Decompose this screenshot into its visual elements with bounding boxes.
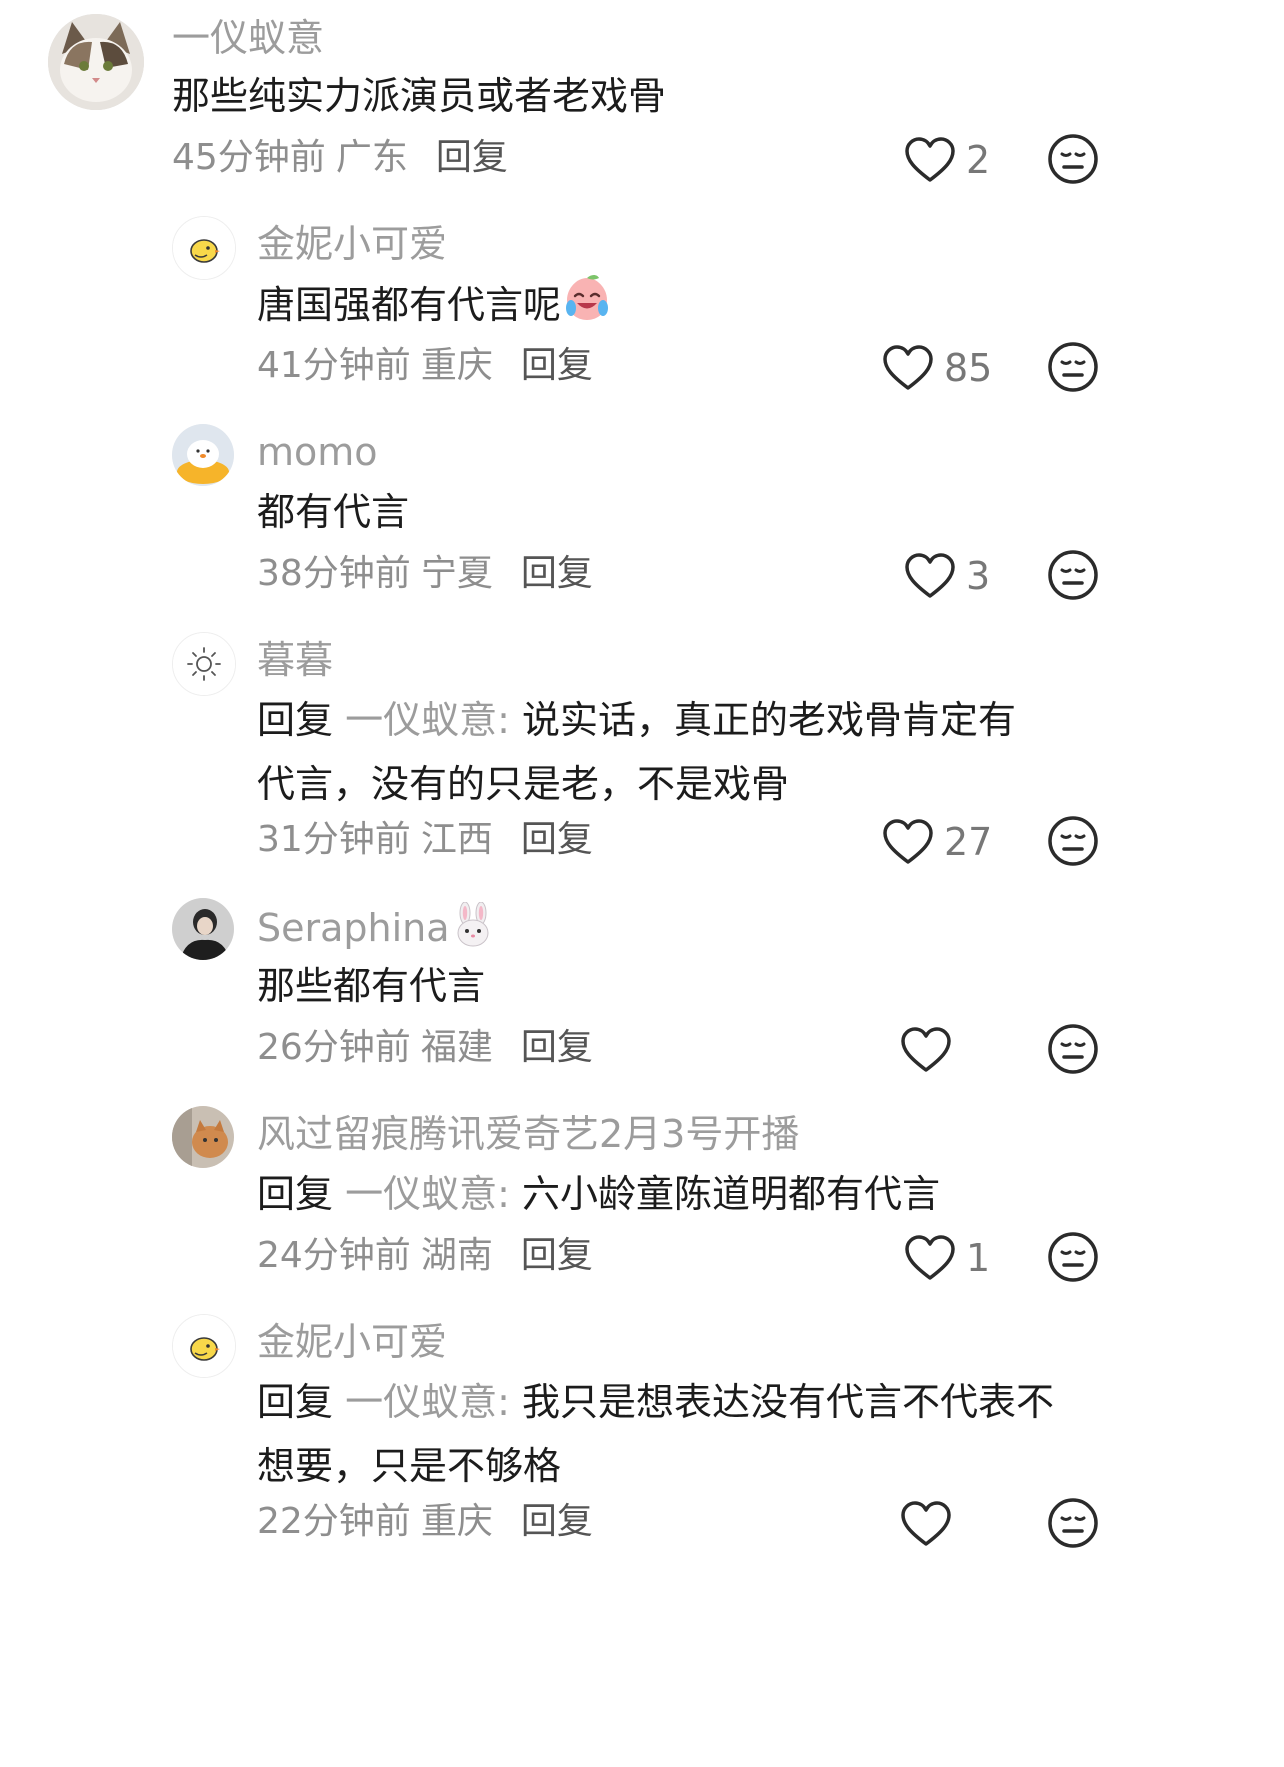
location: 重庆	[420, 345, 493, 386]
dislike-button[interactable]	[1046, 1230, 1100, 1284]
username[interactable]: 金妮小可爱	[257, 1318, 447, 1366]
reply-button[interactable]: 回复	[436, 137, 508, 178]
heart-icon	[905, 137, 955, 182]
timestamp: 41分钟前	[257, 345, 411, 386]
crying-laughing-peach-emoji	[561, 272, 613, 343]
duck-avatar-icon[interactable]	[172, 424, 234, 486]
comment-body: 唐国强都有代言呢	[257, 283, 562, 327]
reply-button[interactable]: 回复	[521, 1501, 593, 1542]
username[interactable]: 一仪蚁意	[172, 14, 324, 62]
meh-face-icon	[1048, 1498, 1098, 1548]
like-count: 27	[944, 820, 993, 864]
rabbit-face-emoji	[450, 901, 496, 959]
dislike-button[interactable]	[1046, 1496, 1100, 1550]
heart-icon	[901, 1501, 951, 1546]
meh-face-icon	[1048, 134, 1098, 184]
username[interactable]: momo	[257, 428, 378, 476]
location: 福建	[420, 1027, 493, 1068]
chick-avatar-icon[interactable]	[172, 1314, 236, 1378]
comment-text: 回复 一仪蚁意: 说实话，真正的老戏骨肯定有代言，没有的只是老，不是戏骨	[257, 688, 1037, 816]
username-text: Seraphina	[257, 906, 450, 950]
meh-face-icon	[1048, 1232, 1098, 1282]
timestamp: 45分钟前	[172, 137, 326, 178]
heart-icon	[901, 1027, 951, 1072]
like-button[interactable]: 1	[904, 1228, 990, 1288]
cat-avatar-icon[interactable]	[48, 14, 144, 110]
comment-meta: 41分钟前 重庆 回复	[257, 342, 593, 390]
heart-icon	[905, 1235, 955, 1280]
reply-button[interactable]: 回复	[521, 1235, 593, 1276]
username[interactable]: 风过留痕腾讯爱奇艺2月3号开播	[257, 1110, 799, 1158]
timestamp: 38分钟前	[257, 553, 411, 594]
timestamp: 24分钟前	[257, 1235, 411, 1276]
comment-meta: 31分钟前 江西 回复	[257, 816, 593, 864]
location: 广东	[335, 137, 408, 178]
like-button[interactable]	[900, 1494, 962, 1554]
meh-face-icon	[1048, 816, 1098, 866]
reply-target-username[interactable]: 一仪蚁意:	[345, 1380, 510, 1424]
person-avatar-icon[interactable]	[172, 898, 234, 960]
reply-button[interactable]: 回复	[521, 553, 593, 594]
reply-prefix: 回复	[257, 698, 334, 742]
like-button[interactable]: 2	[904, 130, 990, 190]
comment-meta: 45分钟前 广东 回复	[172, 134, 508, 182]
location: 重庆	[420, 1501, 493, 1542]
comment-body: 那些都有代言	[257, 964, 486, 1008]
comment-text: 回复 一仪蚁意: 六小龄童陈道明都有代言	[257, 1162, 1177, 1226]
timestamp: 22分钟前	[257, 1501, 411, 1542]
comment-body: 那些纯实力派演员或者老戏骨	[172, 74, 667, 118]
reply-button[interactable]: 回复	[521, 1027, 593, 1068]
username[interactable]: 暮暮	[257, 636, 333, 684]
comment-text: 唐国强都有代言呢	[257, 272, 1177, 343]
heart-icon	[905, 553, 955, 598]
username[interactable]: Seraphina	[257, 901, 496, 959]
timestamp: 26分钟前	[257, 1027, 411, 1068]
username[interactable]: 金妮小可爱	[257, 220, 447, 268]
like-count: 3	[966, 554, 991, 598]
location: 宁夏	[420, 553, 493, 594]
like-count: 2	[966, 138, 991, 182]
comment-text: 那些都有代言	[257, 954, 1177, 1018]
dislike-button[interactable]	[1046, 1022, 1100, 1076]
location: 江西	[420, 819, 493, 860]
reply-target-username[interactable]: 一仪蚁意:	[345, 698, 510, 742]
chick-avatar-icon[interactable]	[172, 216, 236, 280]
reply-button[interactable]: 回复	[521, 819, 593, 860]
like-button[interactable]: 3	[904, 546, 990, 606]
comment-body: 都有代言	[257, 490, 410, 534]
reply-button[interactable]: 回复	[521, 345, 593, 386]
reply-target-username[interactable]: 一仪蚁意:	[345, 1172, 510, 1216]
sun-avatar-icon[interactable]	[172, 632, 236, 696]
comment-body: 六小龄童陈道明都有代言	[522, 1172, 941, 1216]
comment-meta: 24分钟前 湖南 回复	[257, 1232, 593, 1280]
location: 湖南	[420, 1235, 493, 1276]
like-count: 1	[966, 1236, 991, 1280]
dislike-button[interactable]	[1046, 814, 1100, 868]
comment-text: 都有代言	[257, 480, 1177, 544]
like-button[interactable]	[900, 1020, 962, 1080]
like-count: 85	[944, 346, 993, 390]
like-button[interactable]: 27	[882, 812, 992, 872]
comment-text: 回复 一仪蚁意: 我只是想表达没有代言不代表不想要，只是不够格	[257, 1370, 1077, 1498]
comment-text: 那些纯实力派演员或者老戏骨	[172, 64, 1092, 128]
heart-icon	[883, 345, 933, 390]
dislike-button[interactable]	[1046, 548, 1100, 602]
dislike-button[interactable]	[1046, 132, 1100, 186]
like-button[interactable]: 85	[882, 338, 992, 398]
comment-meta: 26分钟前 福建 回复	[257, 1024, 593, 1072]
reply-prefix: 回复	[257, 1172, 334, 1216]
heart-icon	[883, 819, 933, 864]
cat-photo-avatar-icon[interactable]	[172, 1106, 234, 1168]
timestamp: 31分钟前	[257, 819, 411, 860]
comment-meta: 22分钟前 重庆 回复	[257, 1498, 593, 1546]
comment-meta: 38分钟前 宁夏 回复	[257, 550, 593, 598]
meh-face-icon	[1048, 1024, 1098, 1074]
dislike-button[interactable]	[1046, 340, 1100, 394]
reply-prefix: 回复	[257, 1380, 334, 1424]
meh-face-icon	[1048, 342, 1098, 392]
meh-face-icon	[1048, 550, 1098, 600]
